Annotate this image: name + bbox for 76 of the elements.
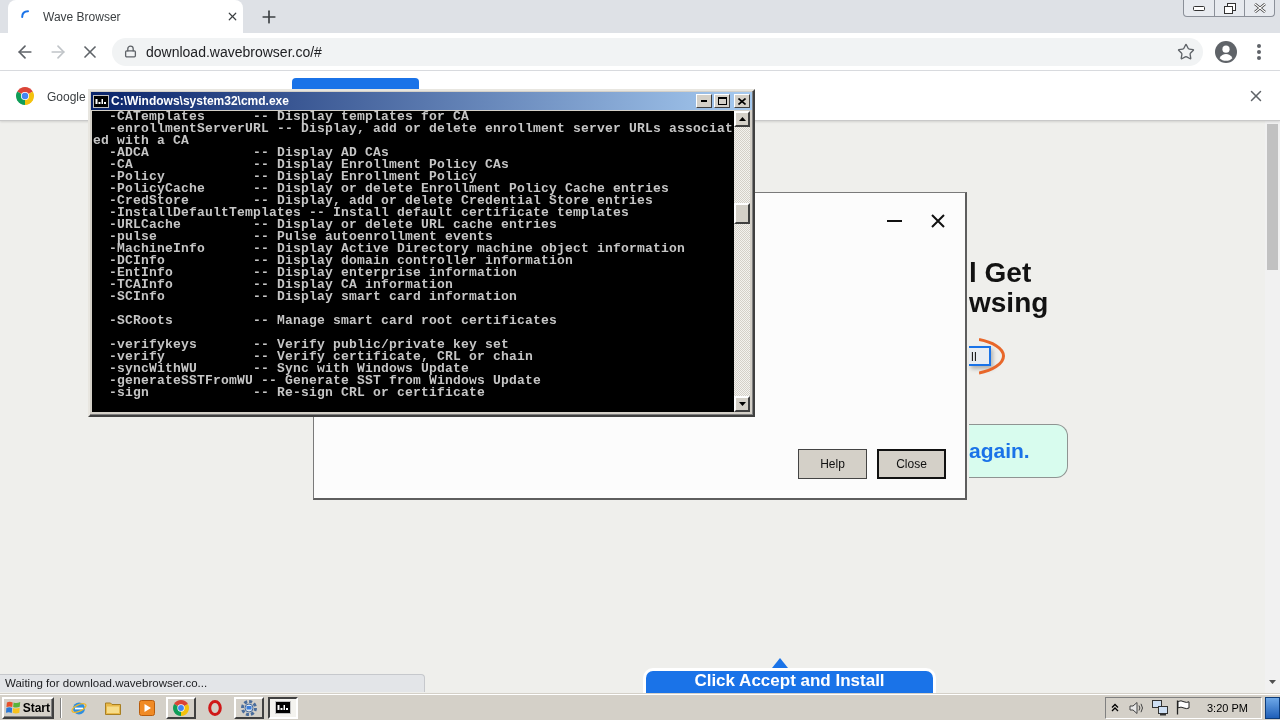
console-line: -CredStore -- Display, add or delete Credential Store entries	[108, 195, 655, 207]
notice-box: again.	[969, 424, 1068, 478]
avatar-icon	[1215, 40, 1237, 63]
console-line: -SCRoots -- Manage smart card root certificates	[108, 315, 559, 327]
console-line: -pulse -- Pulse autoenrollment events	[108, 231, 494, 243]
console-line: -SCInfo -- Display smart card information	[108, 291, 519, 303]
console-line: -DCInfo -- Display domain controller information	[108, 255, 574, 267]
start-button[interactable]: Start	[2, 696, 54, 719]
minimize-icon	[701, 100, 707, 102]
console-line: -CATemplates -- Display templates for CA	[108, 111, 470, 123]
lock-icon	[124, 45, 137, 58]
dialog-button[interactable]: Help	[798, 449, 867, 479]
dialog-button[interactable]: Close	[877, 449, 946, 479]
status-text: Waiting for download.wavebrowser.co...	[0, 674, 425, 692]
flag-icon[interactable]	[1176, 700, 1190, 715]
folder-icon	[105, 700, 121, 715]
star-icon	[1177, 42, 1195, 61]
close-icon	[738, 97, 746, 105]
clock: 3:20 PM	[1207, 701, 1248, 714]
console-line: -sign -- Re-sign CRL or certificate	[108, 387, 487, 399]
scroll-up-button[interactable]	[734, 111, 750, 127]
taskbar-button[interactable]	[268, 696, 298, 719]
console-line: -URLCache -- Display or delete URL cache entries	[108, 219, 558, 231]
console-line: -InstallDefaultTemplates -- Install default certificate templates	[108, 207, 631, 219]
terminal-icon	[275, 701, 291, 714]
console-line: -enrollmentServerURL -- Display, add or delete enrollment server URLs associat	[108, 123, 734, 135]
console-line: -EntInfo -- Display enterprise information	[108, 267, 519, 279]
caret-down-icon	[738, 402, 746, 406]
console-line: -generateSSTFromWU -- Generate SST from Windows Update	[108, 375, 543, 387]
caret-down-icon	[1269, 680, 1276, 684]
browser-logo-icon	[16, 86, 34, 105]
terminal-icon	[93, 94, 109, 108]
minimize-icon	[1193, 5, 1205, 11]
maximize-icon	[717, 97, 727, 105]
dialog-close-button[interactable]	[930, 213, 946, 229]
window-title: C:\Windows\system32\cmd.exe	[111, 94, 290, 108]
scroll-down-button[interactable]	[734, 396, 750, 412]
install-button[interactable]: ll	[969, 346, 991, 366]
console-line: -PolicyCache -- Display or delete Enrollment Policy Cache entries	[108, 183, 671, 195]
favicon-icon	[21, 10, 29, 18]
close-icon	[931, 214, 945, 228]
gear-icon	[240, 698, 258, 717]
pointer-triangle-icon	[772, 658, 788, 668]
browser-tab[interactable]: Wave Browser	[8, 0, 243, 33]
menu-icon	[1257, 43, 1261, 60]
page-scrollbar[interactable]	[1265, 121, 1280, 694]
play-icon	[139, 699, 155, 716]
infobar-button[interactable]	[292, 78, 419, 90]
close-icon	[1253, 3, 1266, 13]
speaker-icon[interactable]	[1129, 700, 1145, 715]
console-line: -TCAInfo -- Display CA information	[108, 279, 454, 291]
address-bar[interactable]: download.wavebrowser.co/#	[112, 37, 1203, 66]
scrollbar-thumb[interactable]	[734, 203, 750, 224]
flag-logo-icon	[6, 700, 21, 715]
console-line: -verify -- Verify certificate, CRL or chain	[108, 351, 535, 363]
show-desktop-button[interactable]	[1265, 696, 1280, 719]
console-line: -Policy -- Display Enrollment Policy	[108, 171, 478, 183]
restore-icon	[1223, 2, 1236, 14]
caret-up-icon[interactable]	[1111, 703, 1119, 712]
console-scrollbar[interactable]	[734, 111, 750, 412]
maximize-button[interactable]	[714, 94, 730, 108]
infobar-text: Google	[47, 89, 86, 104]
browser-logo-icon	[173, 699, 189, 716]
heading-text: l Get	[969, 258, 1032, 288]
scrollbar-thumb[interactable]	[1267, 124, 1278, 270]
heading-text: wsing	[969, 288, 1049, 318]
network-icon[interactable]	[1152, 699, 1168, 716]
minimize-button[interactable]	[696, 94, 712, 108]
console-line: -MachineInfo -- Display Active Directory machine object information	[108, 243, 687, 255]
console-line: -syncWithWU -- Sync with Windows Update	[108, 363, 470, 375]
minimize-icon	[886, 220, 902, 222]
console-line: -ADCA -- Display AD CAs	[108, 147, 390, 159]
console-line: ed with a CA	[93, 135, 190, 147]
console-line: -CA -- Display Enrollment Policy CAs	[108, 159, 511, 171]
ring-icon	[208, 699, 222, 716]
console-line: -verifykeys -- Verify public/private key set	[108, 339, 510, 351]
